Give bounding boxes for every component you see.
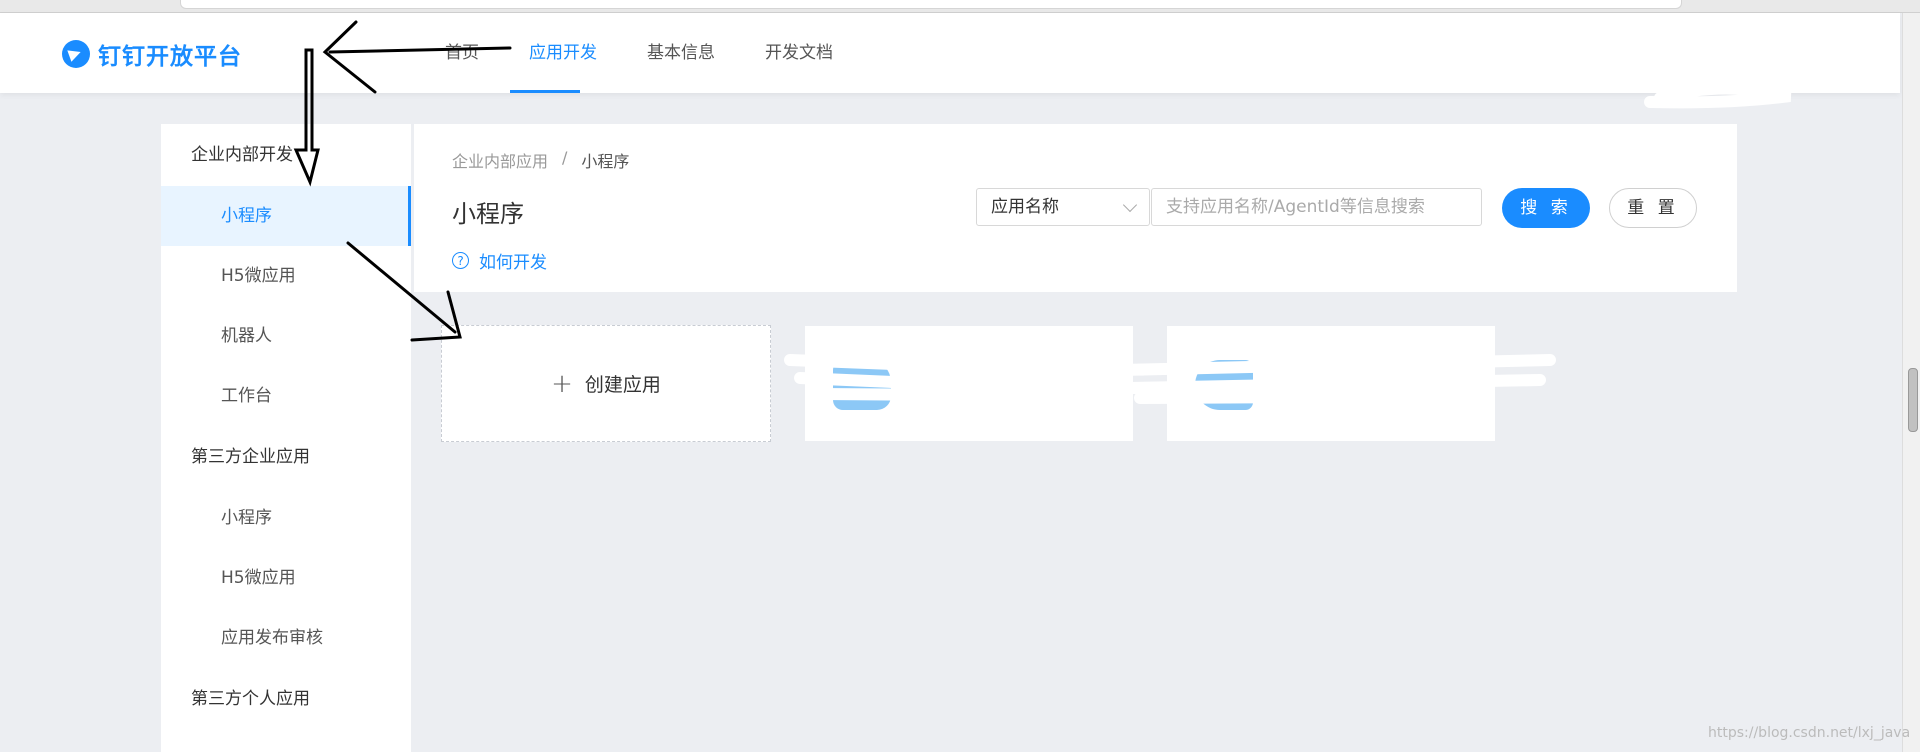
page-scrollbar[interactable]: [1902, 13, 1920, 752]
how-to-develop-label: 如何开发: [479, 253, 547, 273]
watermark: https://blog.csdn.net/lxj_java: [1708, 725, 1911, 741]
dingtalk-logo-icon: [62, 40, 90, 68]
page-title: 小程序: [452, 200, 524, 228]
nav-item-home[interactable]: 首页: [420, 13, 504, 93]
top-nav: 首页 应用开发 基本信息 开发文档: [420, 13, 858, 93]
breadcrumb-current: 小程序: [581, 152, 630, 171]
logo[interactable]: 钉钉开放平台: [62, 37, 242, 71]
sidebar-item-workbench[interactable]: 工作台: [161, 366, 411, 426]
search-field-select[interactable]: 应用名称: [976, 188, 1150, 226]
sidebar-item-miniprogram[interactable]: 小程序: [161, 186, 411, 246]
sidebar: 企业内部开发 小程序 H5微应用 机器人 工作台 第三方企业应用 小程序 H5微…: [161, 124, 411, 752]
sidebar-item-robot[interactable]: 机器人: [161, 306, 411, 366]
address-bar[interactable]: [180, 0, 1682, 9]
how-to-develop-link[interactable]: ? 如何开发: [452, 248, 547, 273]
scrollbar-thumb[interactable]: [1908, 368, 1918, 432]
search-button[interactable]: 搜 索: [1502, 188, 1590, 228]
reset-button[interactable]: 重 置: [1609, 188, 1697, 228]
sidebar-item-app-review[interactable]: 应用发布审核: [161, 608, 411, 668]
browser-chrome: [0, 0, 1920, 13]
app-card[interactable]: [1166, 325, 1496, 442]
sidebar-group-internal[interactable]: 企业内部开发: [161, 124, 411, 186]
sidebar-item-h5[interactable]: H5微应用: [161, 246, 411, 306]
create-app-label: 创建应用: [584, 374, 661, 396]
sidebar-group-third-party-personal[interactable]: 第三方个人应用: [161, 668, 411, 730]
sidebar-group-third-party-enterprise[interactable]: 第三方企业应用: [161, 426, 411, 488]
app-icon: [1195, 360, 1253, 410]
search-input[interactable]: [1151, 188, 1482, 226]
chevron-down-icon: [1122, 197, 1138, 213]
plus-icon: +: [551, 368, 573, 399]
nav-item-app-dev[interactable]: 应用开发: [504, 13, 622, 93]
question-circle-icon: ?: [452, 252, 469, 269]
search-field-select-value: 应用名称: [991, 197, 1059, 217]
top-header: 钉钉开放平台 首页 应用开发 基本信息 开发文档: [0, 13, 1900, 93]
create-app-card[interactable]: + 创建应用: [441, 325, 771, 442]
sidebar-item-tp-miniprogram[interactable]: 小程序: [161, 488, 411, 548]
app-icon: [833, 360, 891, 410]
nav-item-dev-docs[interactable]: 开发文档: [740, 13, 858, 93]
app-card[interactable]: [804, 325, 1134, 442]
sidebar-item-tp-h5[interactable]: H5微应用: [161, 548, 411, 608]
breadcrumb-separator: /: [562, 148, 568, 167]
content-header: 企业内部应用 / 小程序 小程序 ? 如何开发 应用名称 搜 索 重 置: [414, 124, 1737, 292]
nav-active-underline: [510, 90, 580, 93]
breadcrumb-parent[interactable]: 企业内部应用: [452, 148, 548, 172]
nav-item-basic-info[interactable]: 基本信息: [622, 13, 740, 93]
breadcrumb: 企业内部应用 / 小程序: [452, 148, 629, 172]
logo-text: 钉钉开放平台: [98, 44, 242, 70]
